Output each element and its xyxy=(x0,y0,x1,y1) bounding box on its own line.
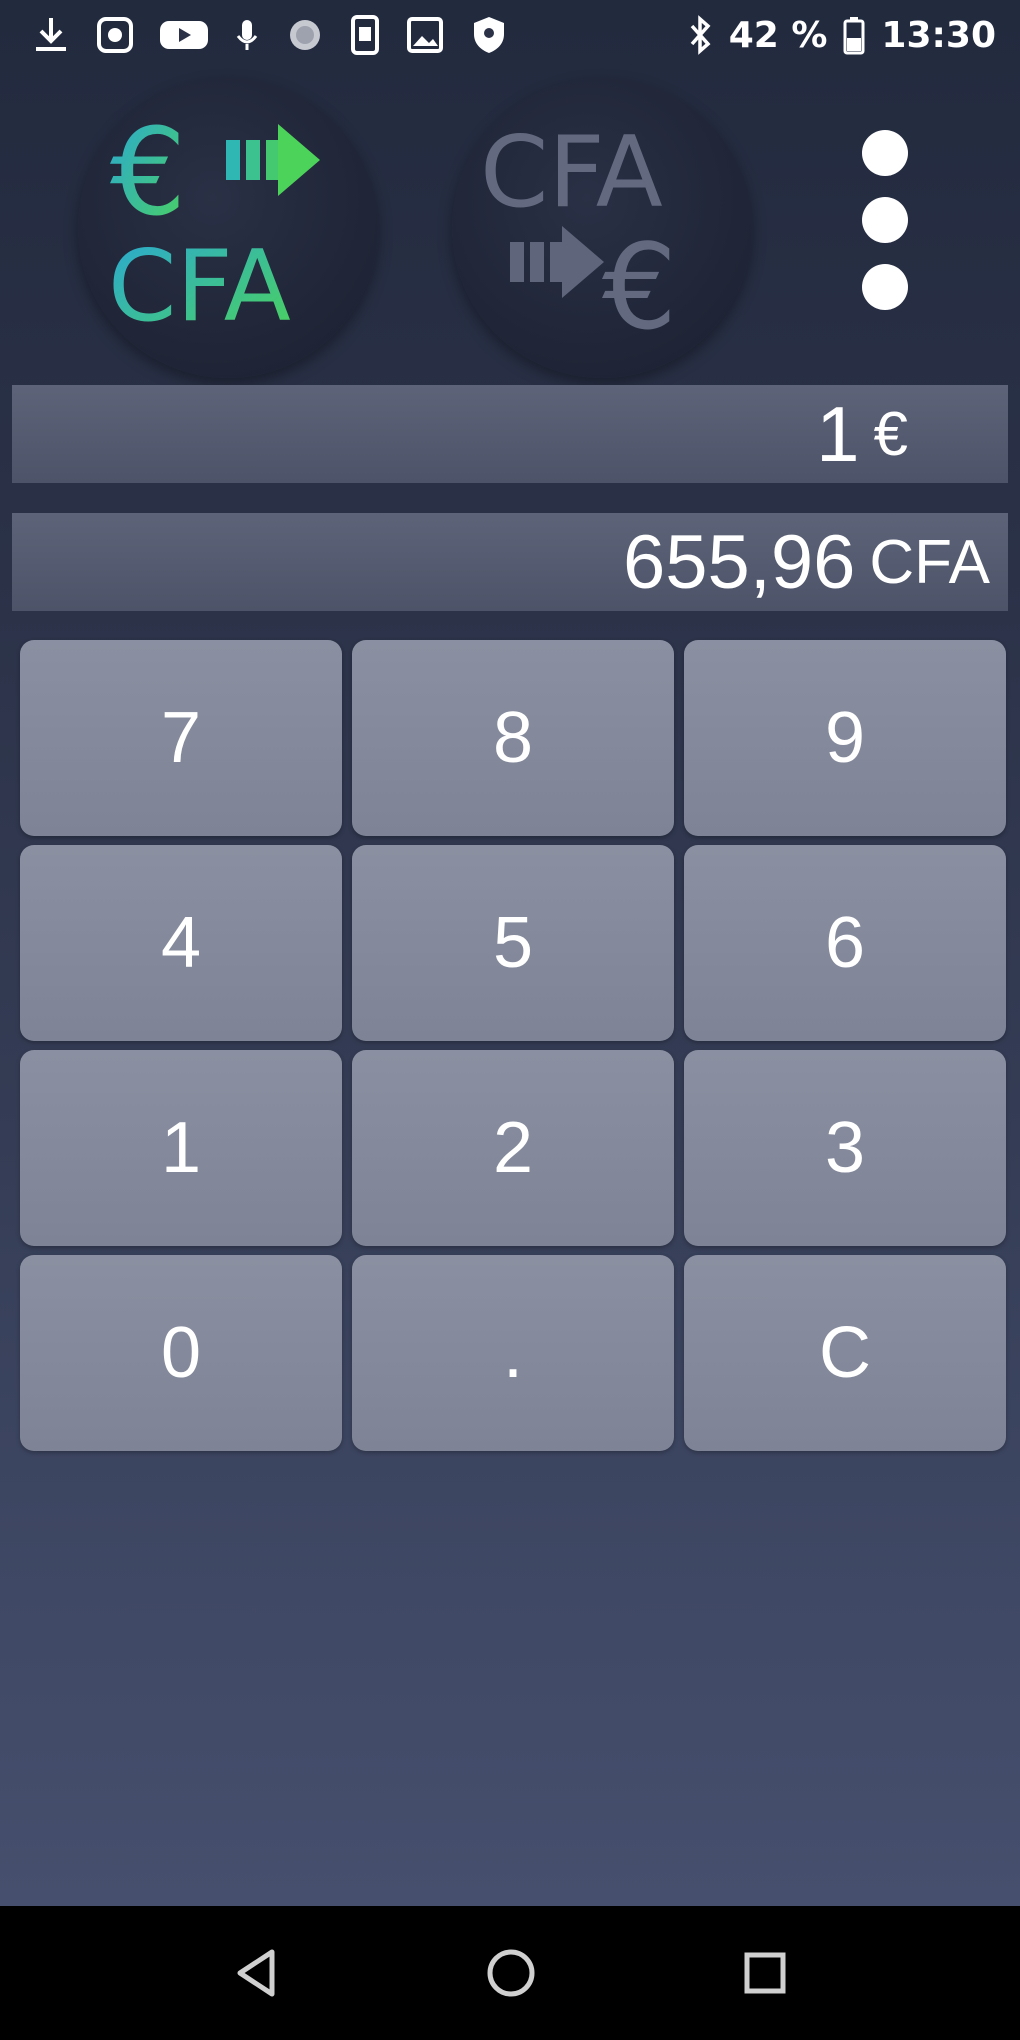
cfa-label: CFA xyxy=(480,116,663,230)
menu-dot xyxy=(862,197,908,243)
key-8[interactable]: 8 xyxy=(352,640,674,836)
youtube-icon xyxy=(158,14,210,56)
status-notifications xyxy=(30,10,510,60)
key-decimal[interactable]: . xyxy=(352,1255,674,1451)
key-3[interactable]: 3 xyxy=(684,1050,1006,1246)
back-triangle-icon[interactable] xyxy=(222,1938,292,2008)
cfa-label: CFA xyxy=(108,230,291,344)
keypad: 7 8 9 4 5 6 1 2 3 0 . C xyxy=(20,640,1006,1451)
arrow-right-icon xyxy=(510,226,604,298)
result-display: 655,96 CFA xyxy=(12,513,1008,611)
result-unit: CFA xyxy=(869,527,990,597)
input-unit: € xyxy=(873,399,908,469)
phone-icon xyxy=(348,14,382,56)
media-icon xyxy=(94,14,136,56)
euro-symbol: € xyxy=(110,104,186,243)
navigation-bar xyxy=(0,1906,1020,2040)
battery-icon xyxy=(841,14,867,56)
mic-icon xyxy=(232,14,262,56)
key-clear[interactable]: C xyxy=(684,1255,1006,1451)
bluetooth-icon xyxy=(685,14,715,56)
clock: 13:30 xyxy=(881,14,996,56)
home-circle-icon[interactable] xyxy=(476,1938,546,2008)
key-6[interactable]: 6 xyxy=(684,845,1006,1041)
recent-square-icon[interactable] xyxy=(730,1938,800,2008)
key-5[interactable]: 5 xyxy=(352,845,674,1041)
key-4[interactable]: 4 xyxy=(20,845,342,1041)
menu-dot xyxy=(862,264,908,310)
key-9[interactable]: 9 xyxy=(684,640,1006,836)
input-display: 1 € xyxy=(12,385,1008,483)
converter-app: 42 % 13:30 € CFA CFA € 1 € 655,96 CFA 7 … xyxy=(0,0,1020,1906)
more-vert-icon[interactable] xyxy=(850,130,920,310)
key-7[interactable]: 7 xyxy=(20,640,342,836)
image-icon xyxy=(404,14,446,56)
menu-dot xyxy=(862,130,908,176)
key-2[interactable]: 2 xyxy=(352,1050,674,1246)
status-system: 42 % 13:30 xyxy=(685,10,996,60)
input-value: 1 xyxy=(816,389,860,478)
mode-cfa-to-eur-button[interactable]: CFA € xyxy=(452,78,752,378)
download-icon xyxy=(30,14,72,56)
sync-icon xyxy=(284,14,326,56)
key-1[interactable]: 1 xyxy=(20,1050,342,1246)
key-0[interactable]: 0 xyxy=(20,1255,342,1451)
arrow-right-icon xyxy=(226,124,320,196)
result-value: 655,96 xyxy=(622,519,856,605)
euro-symbol: € xyxy=(602,218,677,356)
shield-icon xyxy=(468,14,510,56)
screen: 42 % 13:30 € CFA CFA € 1 € 655,96 CFA 7 … xyxy=(0,0,1020,2040)
status-bar: 42 % 13:30 xyxy=(0,0,1020,70)
battery-percent: 42 % xyxy=(728,14,828,56)
mode-eur-to-cfa-button[interactable]: € CFA xyxy=(78,78,378,378)
